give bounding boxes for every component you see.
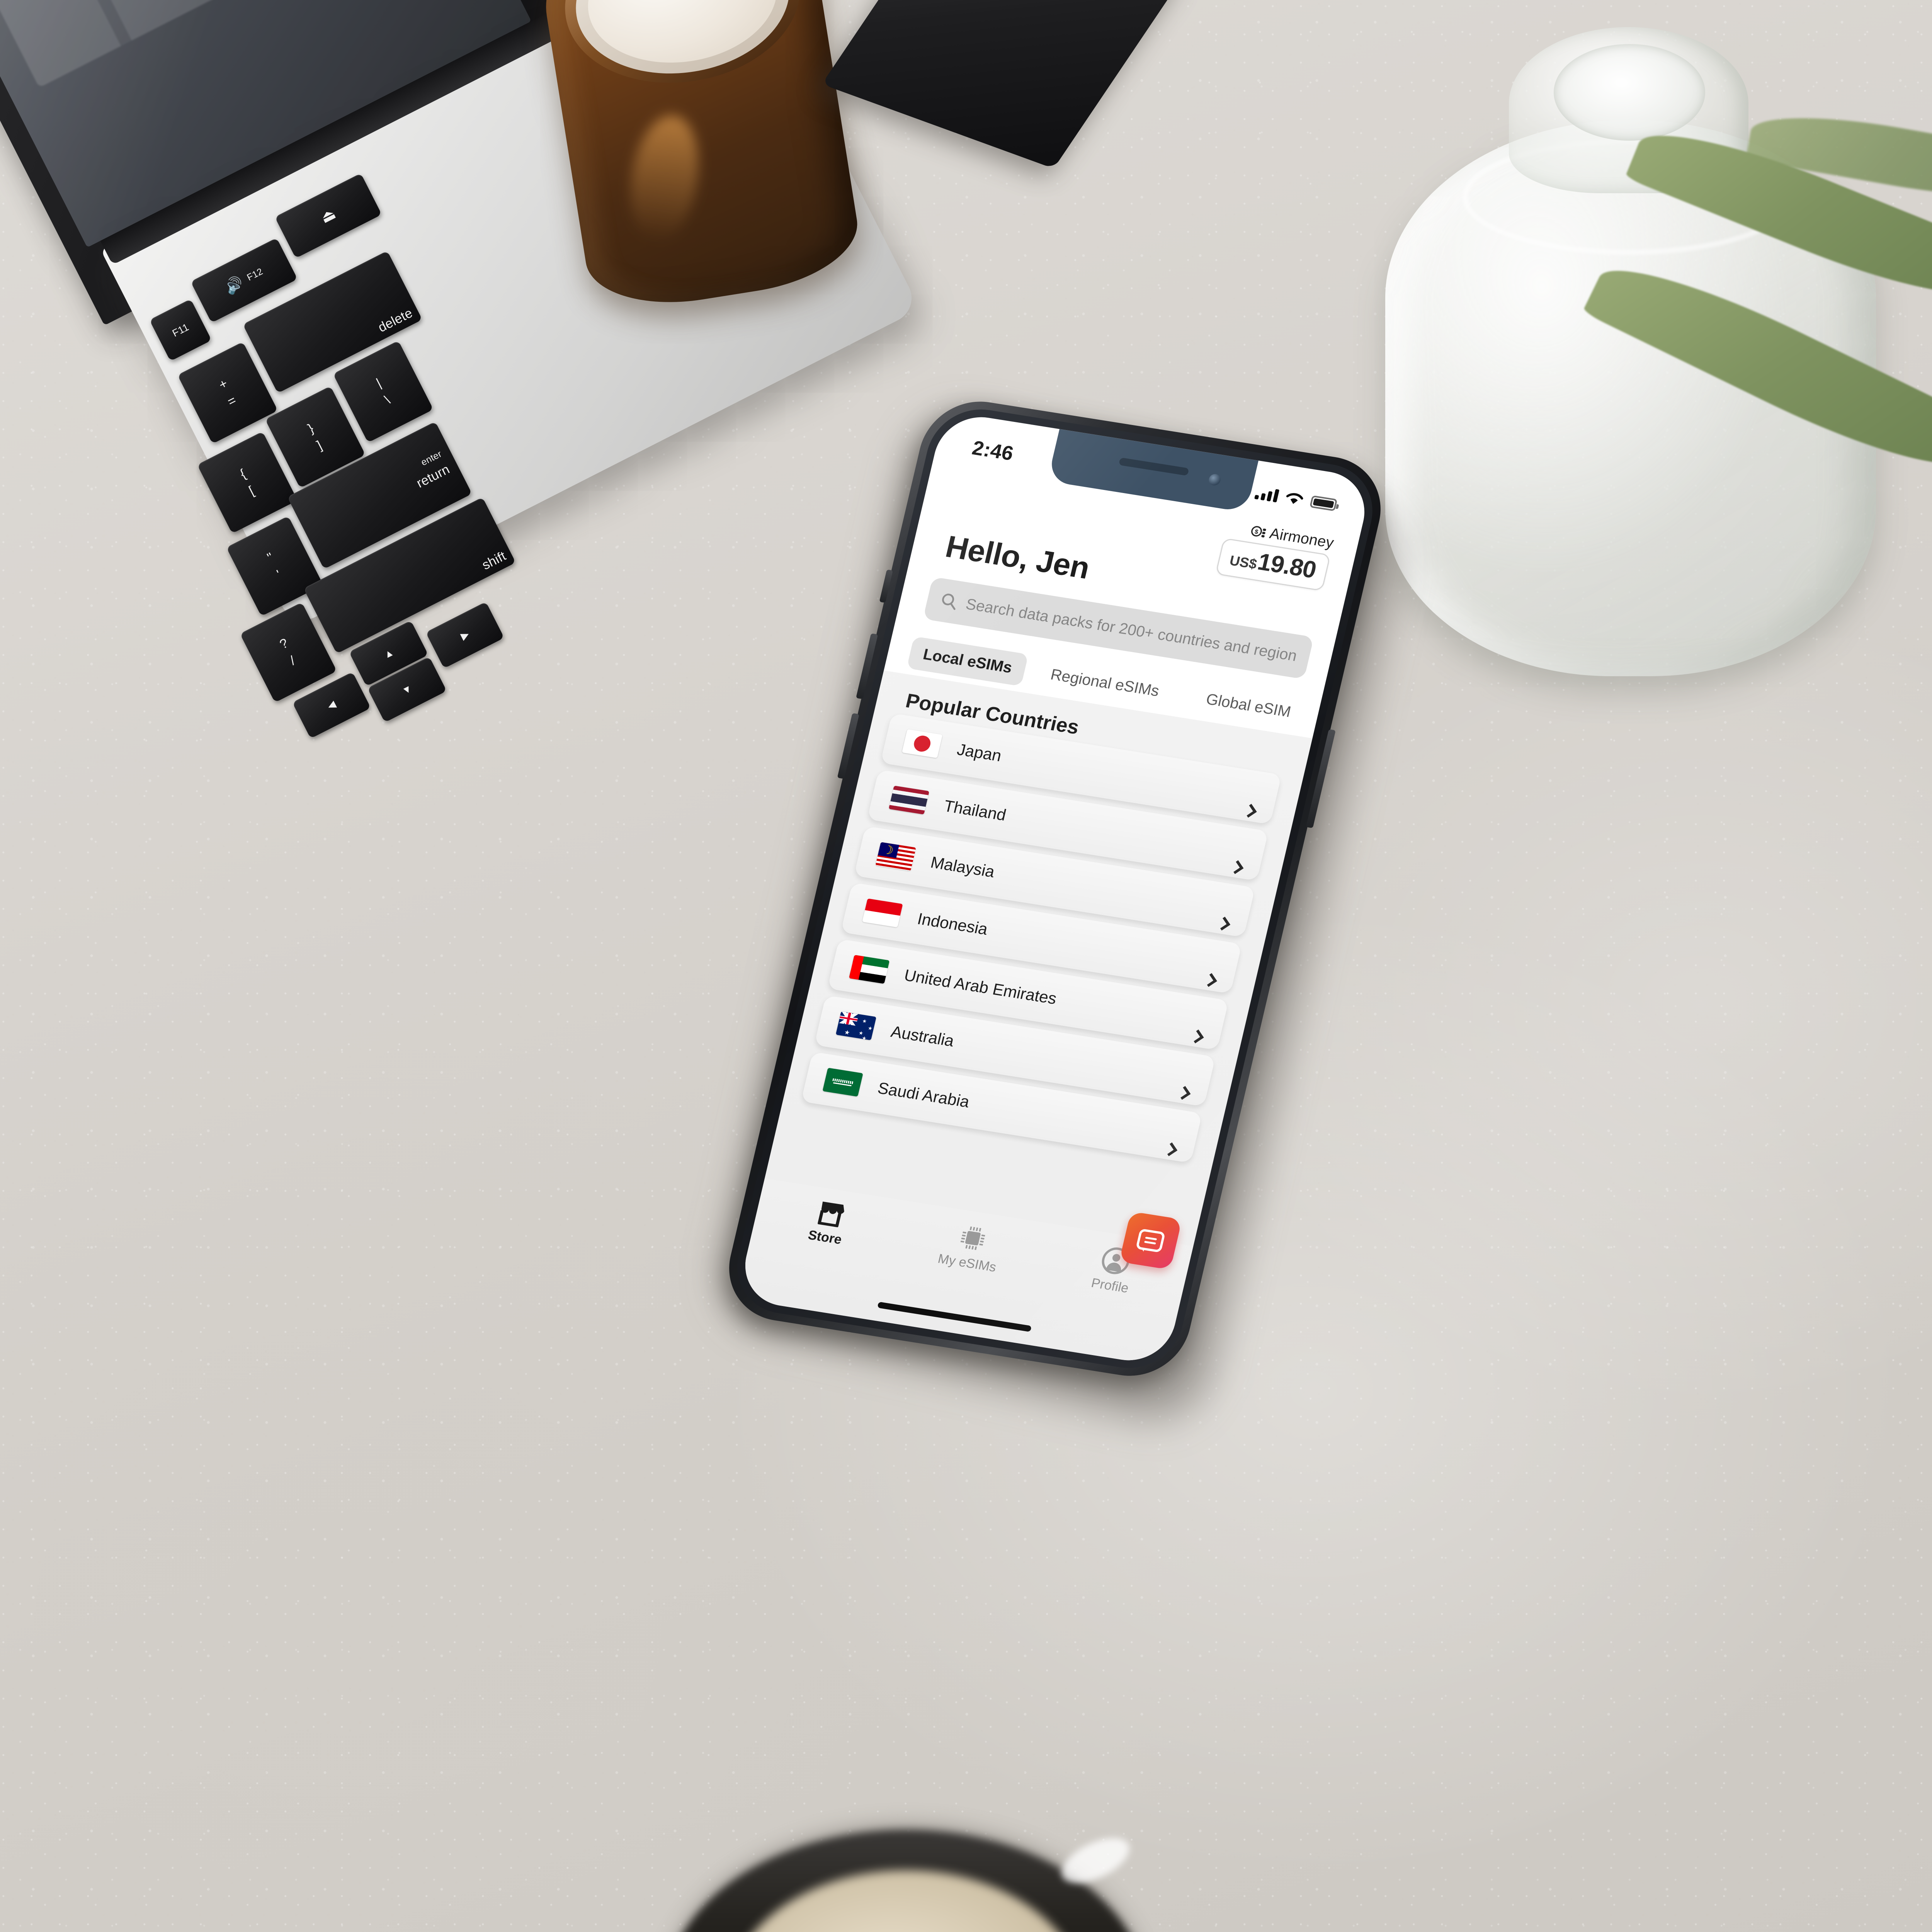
chat-bubble-icon	[1135, 1228, 1166, 1253]
svg-text:$: $	[1254, 528, 1259, 536]
storefront-icon	[815, 1201, 846, 1228]
flag-malaysia-icon	[875, 842, 916, 871]
chevron-right-icon	[1216, 917, 1231, 931]
flag-uae-icon	[849, 955, 890, 984]
country-name: Thailand	[942, 796, 1008, 824]
nav-item-store[interactable]: Store	[752, 1191, 905, 1257]
flag-australia-icon: ★ ★ ★ ★ ★	[835, 1011, 877, 1041]
nav-label: My eSIMs	[936, 1251, 998, 1275]
currency-label: US$	[1228, 552, 1259, 572]
country-name: Saudi Arabia	[876, 1078, 971, 1111]
flag-saudi-arabia-icon	[822, 1068, 863, 1097]
jar-highlight	[622, 110, 707, 247]
nav-label: Profile	[1090, 1276, 1130, 1296]
airmoney-wallet[interactable]: $ Airmoney US$ 19.80	[1215, 518, 1335, 592]
country-list: Japan Thailand Malaysia	[783, 710, 1303, 1166]
country-name: Malaysia	[929, 853, 997, 881]
country-name: United Arab Emirates	[902, 966, 1059, 1008]
status-indicators	[1254, 486, 1338, 512]
country-name: Indonesia	[915, 909, 990, 939]
chevron-right-icon	[1176, 1086, 1191, 1100]
search-icon	[939, 592, 960, 611]
speaker-icon: 🔊	[222, 274, 246, 297]
wifi-icon	[1284, 491, 1304, 506]
country-name: Japan	[955, 740, 1003, 765]
bottle-mouth	[1554, 44, 1705, 141]
balance-amount: 19.80	[1255, 548, 1319, 584]
eject-icon: ⏏	[318, 205, 339, 227]
nav-label: Store	[806, 1228, 844, 1247]
laptop-screen-reflection	[0, 0, 395, 88]
sim-chip-icon	[956, 1223, 989, 1253]
signal-bars-icon	[1254, 486, 1280, 503]
chevron-right-icon	[1190, 1029, 1204, 1044]
battery-icon	[1309, 495, 1338, 512]
country-name: Australia	[889, 1022, 956, 1050]
chevron-right-icon	[1163, 1142, 1178, 1156]
airmoney-coin-icon: $	[1249, 523, 1268, 540]
chevron-right-icon	[1243, 804, 1257, 818]
chevron-right-icon	[1203, 973, 1217, 987]
chevron-right-icon	[1229, 860, 1244, 874]
glass-bottle	[1385, 12, 1932, 676]
nav-item-my-esims[interactable]: My eSIMs	[894, 1214, 1047, 1282]
flag-japan-icon	[902, 729, 943, 758]
page-title: Hello, Jen	[942, 529, 1093, 585]
flag-indonesia-icon	[862, 898, 903, 928]
front-camera	[1208, 473, 1222, 486]
status-clock: 2:46	[970, 437, 1016, 465]
flag-thailand-icon	[888, 786, 930, 815]
earpiece-speaker	[1118, 457, 1189, 476]
phone-notch	[1047, 429, 1259, 513]
